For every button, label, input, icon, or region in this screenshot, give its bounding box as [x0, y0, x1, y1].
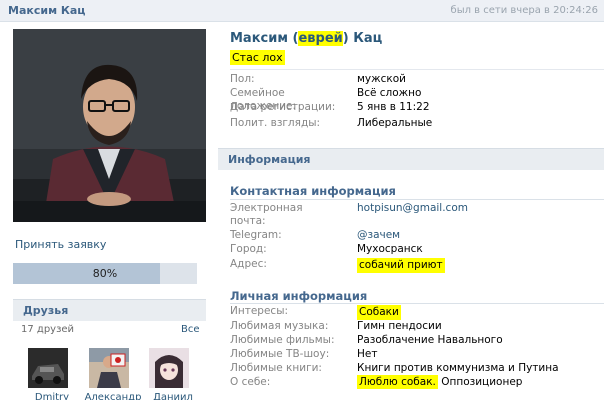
info-label: Электронная	[230, 202, 303, 214]
info-value: Книги против коммунизма и Путина	[357, 362, 559, 374]
info-value: Собаки	[357, 305, 401, 320]
info-label: О себе:	[230, 376, 271, 388]
info-value: 5 янв в 11:22	[357, 101, 430, 113]
profile-status[interactable]: Стас лох	[230, 50, 285, 65]
divider	[230, 199, 604, 200]
profile-photo-image	[13, 29, 206, 222]
info-value: Гимн пендосии	[357, 320, 442, 332]
info-label: Любимая музыка:	[230, 320, 329, 332]
info-label: Полит. взгляды:	[230, 117, 321, 129]
info-value: Разоблачение Навального	[357, 334, 503, 346]
friends-count: 17 друзей	[21, 324, 75, 335]
info-value: Мухосранск	[357, 243, 423, 255]
info-label: Дата регистрации:	[230, 101, 336, 113]
about-highlight: Люблю собак.	[357, 375, 438, 389]
profile-photo[interactable]	[13, 29, 206, 222]
info-label: почта:	[230, 215, 266, 227]
info-label: Город:	[230, 243, 267, 255]
friends-title[interactable]: Друзья	[23, 304, 68, 317]
info-label: Адрес:	[230, 258, 267, 270]
progress-label: 80%	[92, 267, 118, 280]
name-nickname: еврей	[298, 31, 343, 46]
divider	[230, 69, 604, 70]
name-last: Кац	[353, 31, 383, 46]
info-value: Либеральные	[357, 117, 433, 129]
telegram-link[interactable]: @зачем	[357, 229, 400, 242]
about-rest: Оппозиционер	[437, 376, 523, 388]
info-label: Любимые книги:	[230, 362, 322, 374]
friends-header[interactable]: Друзья	[13, 299, 206, 321]
profile-completeness-bar: 80%	[13, 263, 197, 284]
online-status: был в сети вчера в 20:24:26	[450, 5, 598, 16]
profile-name: Максим (еврей) Кац	[230, 31, 382, 46]
header-name[interactable]: Максим Кац	[8, 4, 85, 17]
friend-name[interactable]: Александр	[83, 392, 143, 400]
friend-name[interactable]: Даниил	[143, 392, 203, 400]
contact-info-title: Контактная информация	[230, 184, 396, 198]
info-label: Пол:	[230, 73, 255, 85]
personal-info-title: Личная информация	[230, 289, 368, 303]
name-first: Максим	[230, 31, 288, 46]
friends-all-link[interactable]: Все	[181, 324, 200, 335]
accept-request-link[interactable]: Принять заявку	[15, 238, 106, 251]
friend-photo-man-with-sign-icon[interactable]	[89, 348, 129, 388]
friend-item[interactable]: Александр	[85, 348, 141, 400]
info-value: Нет	[357, 348, 378, 360]
friend-item[interactable]: Dmitry	[28, 348, 72, 400]
info-value: собачий приют	[357, 258, 445, 273]
info-section-header[interactable]: Информация	[218, 148, 604, 170]
info-value: Всё сложно	[357, 87, 422, 99]
info-label: Интересы:	[230, 305, 289, 317]
friend-photo-dark-car-icon[interactable]	[28, 348, 68, 388]
info-label: Любимые ТВ-шоу:	[230, 348, 330, 360]
name-paren-close: )	[342, 31, 349, 46]
friend-name[interactable]: Dmitry	[22, 392, 82, 400]
info-value: мужской	[357, 73, 406, 85]
friend-photo-anime-girl-icon[interactable]	[149, 348, 189, 388]
info-section-title[interactable]: Информация	[228, 153, 311, 166]
info-label: Telegram:	[230, 229, 282, 241]
email-link[interactable]: hotpisun@gmail.com	[357, 202, 468, 215]
info-value: Люблю собак. Оппозиционер	[357, 375, 523, 389]
divider	[230, 303, 604, 304]
top-bar: Максим Кац был в сети вчера в 20:24:26	[0, 0, 604, 22]
info-label: Любимые фильмы:	[230, 334, 335, 346]
friend-item[interactable]: Даниил	[149, 348, 193, 400]
